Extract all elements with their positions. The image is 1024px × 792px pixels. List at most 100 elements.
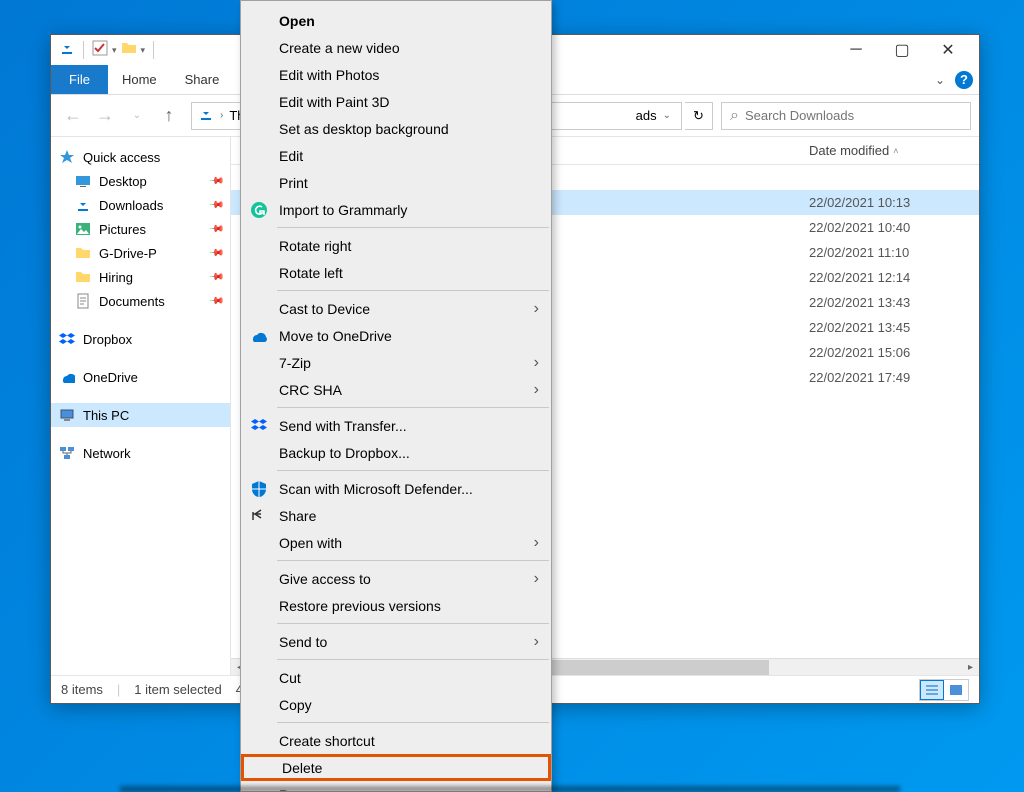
- sidebar-item-desktop[interactable]: Desktop📌: [51, 169, 230, 193]
- menu-item-copy[interactable]: Copy: [241, 691, 551, 718]
- sidebar-item-documents[interactable]: Documents📌: [51, 289, 230, 313]
- menu-item-cast-to-device[interactable]: Cast to Device ›: [241, 295, 551, 322]
- folder-icon: [121, 40, 137, 61]
- menu-separator: [277, 290, 549, 291]
- menu-item-open-with[interactable]: Open with›: [241, 529, 551, 556]
- menu-item-move-to-onedrive[interactable]: Move to OneDrive: [241, 322, 551, 349]
- sidebar-this-pc[interactable]: This PC: [51, 403, 230, 427]
- menu-item-label: Move to OneDrive: [279, 328, 392, 344]
- menu-item-backup-to-dropbox[interactable]: Backup to Dropbox...: [241, 439, 551, 466]
- menu-item-rotate-right[interactable]: Rotate right: [241, 232, 551, 259]
- menu-item-scan-with-microsoft-defender[interactable]: Scan with Microsoft Defender...: [241, 475, 551, 502]
- menu-item-label: Create a new video: [279, 40, 400, 56]
- help-icon[interactable]: ?: [955, 71, 973, 89]
- star-icon: [59, 149, 75, 165]
- sidebar-item-downloads[interactable]: Downloads📌: [51, 193, 230, 217]
- taskbar-shadow: [120, 786, 900, 792]
- tab-share[interactable]: Share: [171, 65, 234, 94]
- scroll-right-button[interactable]: ▸: [962, 659, 979, 676]
- menu-item-edit[interactable]: Edit: [241, 142, 551, 169]
- sidebar-label: OneDrive: [83, 370, 138, 385]
- sidebar-quick-access[interactable]: Quick access: [51, 145, 230, 169]
- menu-item-share[interactable]: Share: [241, 502, 551, 529]
- refresh-button[interactable]: ↻: [685, 102, 713, 130]
- menu-item-crc-sha[interactable]: CRC SHA›: [241, 376, 551, 403]
- checkbox-icon[interactable]: [92, 40, 108, 61]
- submenu-arrow-icon: ›: [534, 381, 539, 399]
- sidebar-onedrive[interactable]: OneDrive: [51, 365, 230, 389]
- dropdown-icon[interactable]: ▾: [141, 45, 146, 56]
- submenu-arrow-icon: ›: [534, 300, 539, 318]
- pictures-icon: [75, 221, 91, 237]
- menu-item-label: 7-Zip: [279, 355, 311, 371]
- menu-item-send-with-transfer[interactable]: Send with Transfer...: [241, 412, 551, 439]
- menu-item-give-access-to[interactable]: Give access to›: [241, 565, 551, 592]
- download-icon: [198, 106, 214, 125]
- menu-item-rotate-left[interactable]: Rotate left: [241, 259, 551, 286]
- sidebar-item-label: Hiring: [99, 270, 133, 285]
- chevron-right-icon[interactable]: ›: [216, 110, 227, 121]
- forward-button[interactable]: →: [91, 102, 119, 130]
- menu-item-print[interactable]: Print: [241, 169, 551, 196]
- menu-item-label: Backup to Dropbox...: [279, 445, 410, 461]
- chevron-down-icon[interactable]: ⌄: [935, 73, 945, 87]
- share-icon: [250, 507, 268, 525]
- menu-item-delete[interactable]: Delete: [241, 754, 551, 781]
- menu-separator: [277, 722, 549, 723]
- view-thumbnails-button[interactable]: [944, 680, 968, 700]
- sidebar-item-g-drive-p[interactable]: G-Drive-P📌: [51, 241, 230, 265]
- file-date: 22/02/2021 13:45: [809, 320, 979, 335]
- menu-item-cut[interactable]: Cut: [241, 664, 551, 691]
- search-input[interactable]: [745, 108, 962, 123]
- sidebar-item-label: Downloads: [99, 198, 163, 213]
- maximize-button[interactable]: ▢: [879, 35, 925, 65]
- menu-item-send-to[interactable]: Send to›: [241, 628, 551, 655]
- dropdown-icon[interactable]: ▾: [112, 45, 117, 56]
- menu-item-import-to-grammarly[interactable]: Import to Grammarly: [241, 196, 551, 223]
- menu-item-label: Scan with Microsoft Defender...: [279, 481, 473, 497]
- menu-item-label: Open: [279, 13, 315, 29]
- sidebar-network[interactable]: Network: [51, 441, 230, 465]
- up-button[interactable]: ↑: [155, 102, 183, 130]
- menu-item-label: Delete: [282, 760, 322, 776]
- column-header-date[interactable]: Date modified ˄: [809, 143, 979, 158]
- menu-item-label: Rotate right: [279, 238, 351, 254]
- sidebar-item-hiring[interactable]: Hiring📌: [51, 265, 230, 289]
- menu-item-label: Copy: [279, 697, 312, 713]
- menu-item-label: Edit with Paint 3D: [279, 94, 390, 110]
- menu-item-restore-previous-versions[interactable]: Restore previous versions: [241, 592, 551, 619]
- pin-icon: 📌: [207, 221, 224, 238]
- recent-dropdown[interactable]: ⌄: [123, 102, 151, 130]
- back-button[interactable]: ←: [59, 102, 87, 130]
- menu-separator: [277, 560, 549, 561]
- menu-item-open[interactable]: Open: [241, 7, 551, 34]
- sidebar-label: This PC: [83, 408, 129, 423]
- chevron-down-icon[interactable]: ⌄: [659, 110, 675, 121]
- menu-separator: [277, 623, 549, 624]
- search-box[interactable]: ⌕: [721, 102, 971, 130]
- download-icon: [75, 197, 91, 213]
- menu-item-label: Cut: [279, 670, 301, 686]
- view-toggles: [919, 679, 969, 701]
- dropbox-icon: [250, 417, 268, 435]
- tab-home[interactable]: Home: [108, 65, 171, 94]
- breadcrumb-segment[interactable]: ads: [636, 108, 657, 123]
- menu-item-set-as-desktop-background[interactable]: Set as desktop background: [241, 115, 551, 142]
- menu-item-create-a-new-video[interactable]: Create a new video: [241, 34, 551, 61]
- menu-item-label: Set as desktop background: [279, 121, 449, 137]
- minimize-button[interactable]: ─: [833, 35, 879, 65]
- menu-item-create-shortcut[interactable]: Create shortcut: [241, 727, 551, 754]
- tab-file[interactable]: File: [51, 65, 108, 94]
- menu-item-edit-with-photos[interactable]: Edit with Photos: [241, 61, 551, 88]
- menu-item-7-zip[interactable]: 7-Zip›: [241, 349, 551, 376]
- sidebar-dropbox[interactable]: Dropbox: [51, 327, 230, 351]
- menu-item-label: Cast to Device: [279, 301, 370, 317]
- view-details-button[interactable]: [920, 680, 944, 700]
- menu-item-label: Import to Grammarly: [279, 202, 407, 218]
- close-button[interactable]: ✕: [925, 35, 971, 65]
- menu-item-edit-with-paint-3d[interactable]: Edit with Paint 3D: [241, 88, 551, 115]
- file-date: 22/02/2021 15:06: [809, 345, 979, 360]
- desktop-icon: [75, 173, 91, 189]
- sidebar-item-pictures[interactable]: Pictures📌: [51, 217, 230, 241]
- menu-item-label: Rotate left: [279, 265, 343, 281]
